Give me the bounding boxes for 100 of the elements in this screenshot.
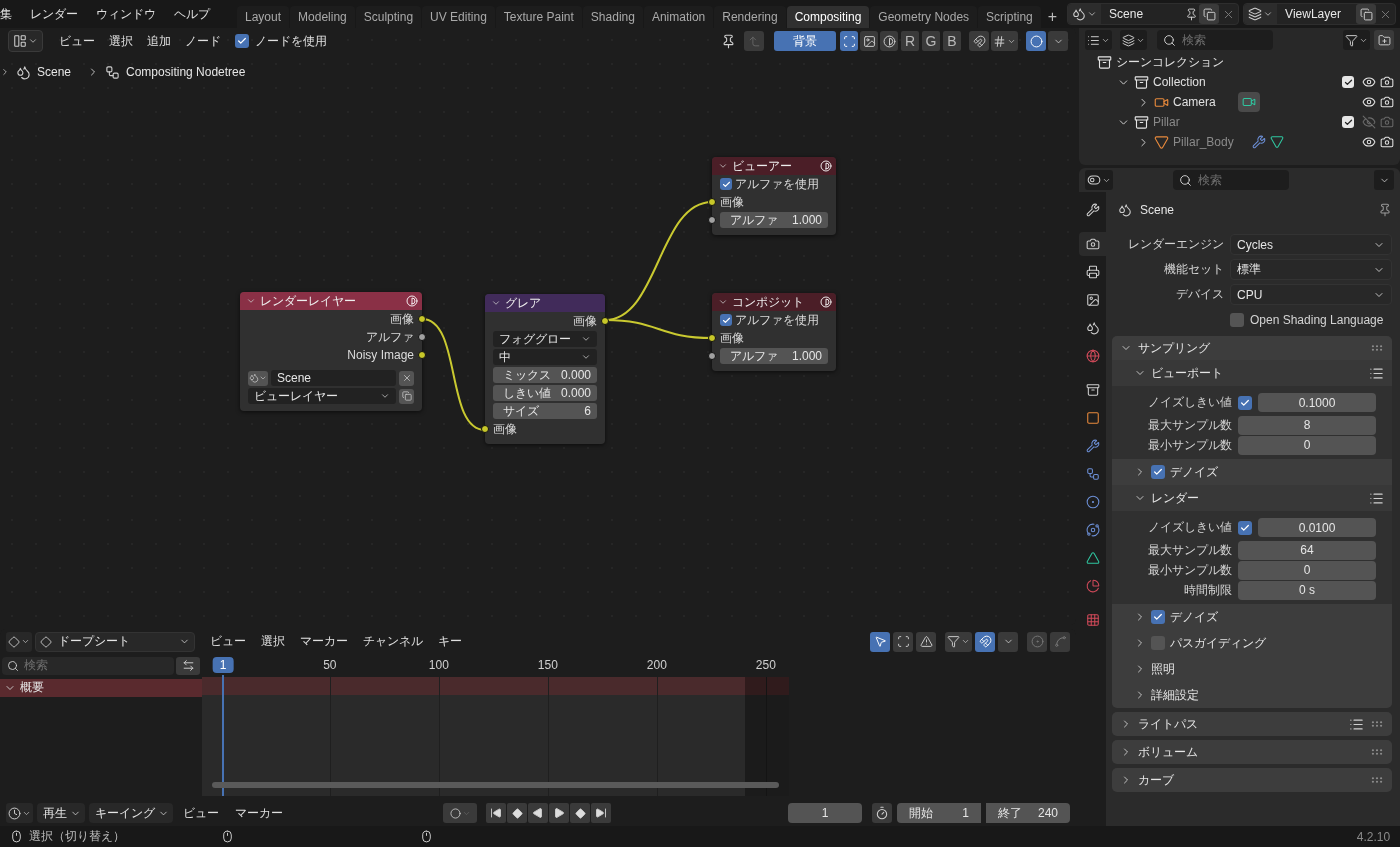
outliner-label: シーンコレクション — [1116, 53, 1224, 71]
dropdown[interactable]: 標準 — [1230, 259, 1393, 280]
start-frame-field[interactable]: 開始 1 — [897, 803, 981, 824]
workspace-tab[interactable]: Animation — [643, 6, 714, 28]
field-label: 最大サンプル数 — [1147, 541, 1232, 559]
menu-item[interactable]: 選択 — [255, 633, 291, 651]
number-field[interactable]: しきい値 0.000 — [493, 385, 597, 401]
frame-number: 200 — [646, 658, 667, 672]
subpanel-header[interactable]: ビューポート — [1112, 360, 1393, 386]
workspace-tab[interactable]: UV Editing — [422, 6, 495, 28]
checkbox-label: Open Shading Language — [1250, 312, 1384, 327]
number-field[interactable]: 0.0100 — [1258, 518, 1377, 537]
subpanel-header[interactable]: デノイズ — [1112, 604, 1393, 630]
context-label: Scene — [1140, 203, 1176, 217]
field-label: 最小サンプル数 — [1147, 561, 1232, 579]
breadcrumb-item: Compositing Nodetree — [126, 65, 246, 79]
number-field[interactable]: 0.1000 — [1258, 393, 1377, 412]
subpanel-header[interactable]: 詳細設定 — [1112, 682, 1393, 708]
panel-header[interactable]: ボリューム — [1112, 740, 1393, 764]
menu-item[interactable]: ウィンドウ — [87, 5, 165, 23]
channel-row[interactable]: 概要 — [0, 679, 202, 697]
subpanel-header[interactable]: レンダー — [1112, 485, 1393, 511]
outliner-row[interactable]: Collection — [1079, 72, 1400, 92]
menu-item[interactable]: ビュー — [204, 633, 252, 651]
field-label: デバイス — [1175, 286, 1224, 303]
dropdown[interactable]: 中 — [493, 349, 597, 365]
dropdown[interactable]: Cycles — [1230, 234, 1393, 255]
channel-toggle[interactable]: R — [901, 31, 919, 51]
number-field[interactable]: 0 — [1238, 560, 1377, 580]
add-workspace-button[interactable]: + — [1041, 6, 1064, 28]
menu-item[interactable]: 追加 — [141, 32, 177, 50]
outliner-row[interactable]: シーンコレクション — [1079, 52, 1400, 72]
end-frame-field[interactable]: 終了 240 — [986, 803, 1070, 824]
workspace-tab[interactable]: Shading — [582, 6, 643, 28]
socket-label: Noisy Image — [347, 348, 414, 362]
number-field[interactable]: 0 s — [1238, 580, 1377, 600]
menu-item[interactable]: ヘルプ — [165, 5, 219, 23]
menu-item[interactable]: ノード — [179, 32, 227, 50]
workspace-tab[interactable]: Layout — [237, 6, 290, 28]
dropdown[interactable]: フォググロー — [493, 331, 597, 347]
frame-number: 50 — [323, 658, 337, 672]
menu-item[interactable]: 集 — [0, 5, 21, 23]
number-field[interactable]: 8 — [1238, 415, 1377, 435]
subpanel-header[interactable]: 照明 — [1112, 656, 1393, 682]
menu-item[interactable]: レンダー — [21, 5, 87, 23]
workspace-tab[interactable]: Compositing — [786, 6, 870, 28]
dropdown[interactable]: CPU — [1230, 284, 1393, 305]
menu-item[interactable]: キー — [432, 633, 468, 651]
menu-item[interactable]: ビュー — [177, 804, 225, 822]
panel-header[interactable]: サンプリング — [1112, 336, 1393, 360]
workspace-tab[interactable]: Texture Paint — [495, 6, 582, 28]
outliner-label: Camera — [1173, 95, 1216, 109]
node-header[interactable]: ビューアー — [712, 157, 836, 175]
menu-dropdown[interactable]: 再生 — [37, 803, 85, 824]
workspace-tab[interactable]: Modeling — [290, 6, 355, 28]
number-field[interactable]: 0 — [1238, 435, 1377, 455]
node-title: レンダーレイヤー — [260, 292, 357, 310]
menu-item[interactable]: ビュー — [53, 32, 101, 50]
backdrop-button[interactable]: 背景 — [774, 31, 836, 51]
number-field[interactable]: 64 — [1238, 540, 1377, 560]
outliner-label: Pillar_Body — [1173, 135, 1234, 149]
workspace-tab[interactable]: Scripting — [978, 6, 1041, 28]
field-label: 機能セット — [1163, 261, 1224, 278]
menu-item[interactable]: チャンネル — [357, 633, 429, 651]
node-header[interactable]: グレア — [485, 294, 605, 312]
number-field[interactable]: アルファ 1.000 — [720, 348, 828, 364]
mode-dropdown[interactable]: ドープシート — [35, 632, 195, 652]
frame-number: 100 — [428, 658, 449, 672]
scene-field[interactable]: Scene — [271, 370, 396, 386]
frame-number: 150 — [537, 658, 558, 672]
number-field[interactable]: サイズ 6 — [493, 403, 597, 419]
number-field[interactable]: ミックス 0.000 — [493, 367, 597, 383]
frame-number: 250 — [755, 658, 776, 672]
panel-header[interactable]: ライトパス — [1112, 712, 1393, 736]
outliner-label: Pillar — [1153, 115, 1180, 129]
workspace-tab[interactable]: Sculpting — [355, 6, 422, 28]
workspace-tab[interactable]: Rendering — [714, 6, 786, 28]
menu-item[interactable]: マーカー — [229, 804, 289, 822]
subpanel-header[interactable]: デノイズ — [1112, 459, 1393, 485]
checkbox-label: アルファを使用 — [735, 311, 819, 329]
menu-dropdown[interactable]: キーイング — [89, 803, 173, 824]
menu-item[interactable]: 選択 — [103, 32, 139, 50]
outliner-row[interactable]: Camera — [1079, 92, 1400, 112]
number-field[interactable]: アルファ 1.000 — [720, 212, 828, 228]
current-frame-field[interactable]: 1 — [788, 803, 862, 824]
channel-toggle[interactable]: G — [922, 31, 940, 51]
socket-label: 画像 — [573, 312, 597, 330]
socket-label: 画像 — [720, 193, 744, 211]
node-header[interactable]: レンダーレイヤー — [240, 292, 422, 310]
channel-toggle[interactable]: B — [943, 31, 961, 51]
field-label: ノイズしきい値 — [1147, 394, 1232, 411]
field-label: ノイズしきい値 — [1147, 519, 1232, 536]
node-header[interactable]: コンポジット — [712, 293, 836, 311]
workspace-tab[interactable]: Geometry Nodes — [870, 6, 978, 28]
menu-item[interactable]: マーカー — [294, 633, 354, 651]
dropdown[interactable]: ビューレイヤー — [248, 388, 396, 404]
socket-label: 画像 — [390, 310, 414, 328]
panel-header[interactable]: カーブ — [1112, 768, 1393, 792]
subpanel-header[interactable]: パスガイディング — [1112, 630, 1393, 656]
checkbox-label: アルファを使用 — [735, 175, 819, 193]
